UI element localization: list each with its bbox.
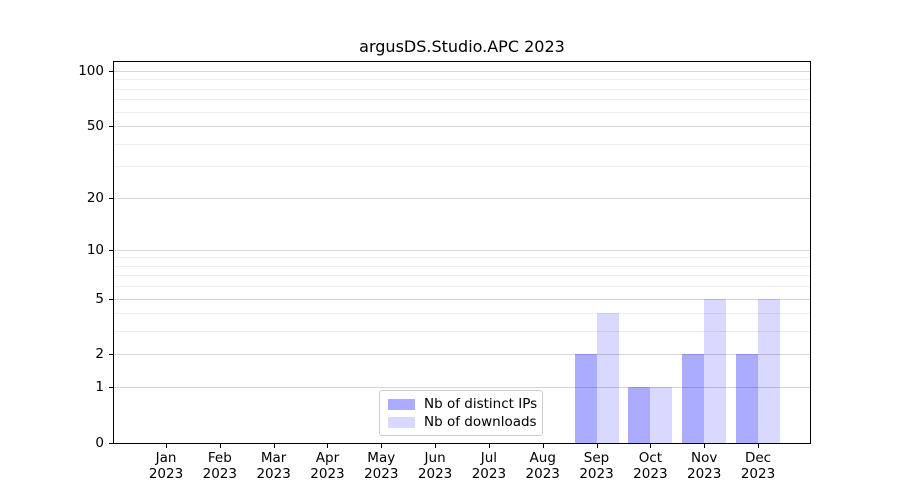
gridline-minor bbox=[114, 112, 810, 113]
legend-swatch-distinct-ips bbox=[388, 399, 415, 410]
gridline-major bbox=[114, 71, 810, 72]
y-tick-label: 10 bbox=[0, 242, 104, 258]
y-tick-mark bbox=[109, 250, 113, 251]
x-tick-label: Dec2023 bbox=[726, 450, 790, 482]
legend-label-distinct-ips: Nb of distinct IPs bbox=[424, 396, 537, 412]
y-tick-mark bbox=[109, 71, 113, 72]
y-tick-label: 20 bbox=[0, 190, 104, 206]
y-tick-label: 5 bbox=[0, 291, 104, 307]
bar-distinct-ips bbox=[628, 387, 650, 443]
gridline-major bbox=[114, 250, 810, 251]
x-tick-mark bbox=[543, 444, 544, 448]
bar-downloads bbox=[650, 387, 672, 443]
plot-area bbox=[113, 61, 811, 444]
bar-distinct-ips bbox=[575, 354, 597, 443]
y-tick-label: 100 bbox=[0, 63, 104, 79]
y-tick-mark bbox=[109, 443, 113, 444]
gridline-minor bbox=[114, 79, 810, 80]
y-tick-mark bbox=[109, 126, 113, 127]
gridline-minor bbox=[114, 166, 810, 167]
legend: Nb of distinct IPs Nb of downloads bbox=[379, 390, 543, 436]
y-tick-label: 2 bbox=[0, 346, 104, 362]
bar-distinct-ips bbox=[682, 354, 704, 443]
x-tick-year: 2023 bbox=[726, 466, 790, 482]
gridline-minor bbox=[114, 275, 810, 276]
y-tick-label: 1 bbox=[0, 379, 104, 395]
legend-label-downloads: Nb of downloads bbox=[424, 414, 537, 430]
y-tick-mark bbox=[109, 354, 113, 355]
bar-distinct-ips bbox=[736, 354, 758, 443]
gridline-major bbox=[114, 198, 810, 199]
chart-title: argusDS.Studio.APC 2023 bbox=[113, 37, 811, 56]
gridline-minor bbox=[114, 257, 810, 258]
gridline-minor bbox=[114, 89, 810, 90]
chart-figure: argusDS.Studio.APC 2023 0125102050100 Ja… bbox=[0, 0, 900, 500]
bar-downloads bbox=[758, 299, 780, 443]
gridline-minor bbox=[114, 144, 810, 145]
y-tick-mark bbox=[109, 198, 113, 199]
legend-item-downloads: Nb of downloads bbox=[388, 414, 535, 430]
x-tick-mark bbox=[166, 444, 167, 448]
x-tick-mark bbox=[758, 444, 759, 448]
bar-downloads bbox=[597, 313, 619, 443]
gridline-minor bbox=[114, 286, 810, 287]
x-tick-mark bbox=[435, 444, 436, 448]
x-tick-mark bbox=[381, 444, 382, 448]
x-tick-month: Dec bbox=[726, 450, 790, 466]
x-tick-mark bbox=[327, 444, 328, 448]
gridline-major bbox=[114, 126, 810, 127]
y-tick-label: 50 bbox=[0, 118, 104, 134]
gridline-minor bbox=[114, 99, 810, 100]
x-tick-mark bbox=[274, 444, 275, 448]
x-tick-mark bbox=[597, 444, 598, 448]
legend-swatch-downloads bbox=[388, 417, 415, 428]
x-tick-mark bbox=[489, 444, 490, 448]
gridline-minor bbox=[114, 266, 810, 267]
y-tick-mark bbox=[109, 387, 113, 388]
x-tick-mark bbox=[704, 444, 705, 448]
bar-downloads bbox=[704, 299, 726, 443]
y-tick-mark bbox=[109, 299, 113, 300]
y-tick-label: 0 bbox=[0, 435, 104, 451]
legend-item-distinct-ips: Nb of distinct IPs bbox=[388, 396, 535, 412]
x-tick-mark bbox=[220, 444, 221, 448]
x-tick-mark bbox=[650, 444, 651, 448]
